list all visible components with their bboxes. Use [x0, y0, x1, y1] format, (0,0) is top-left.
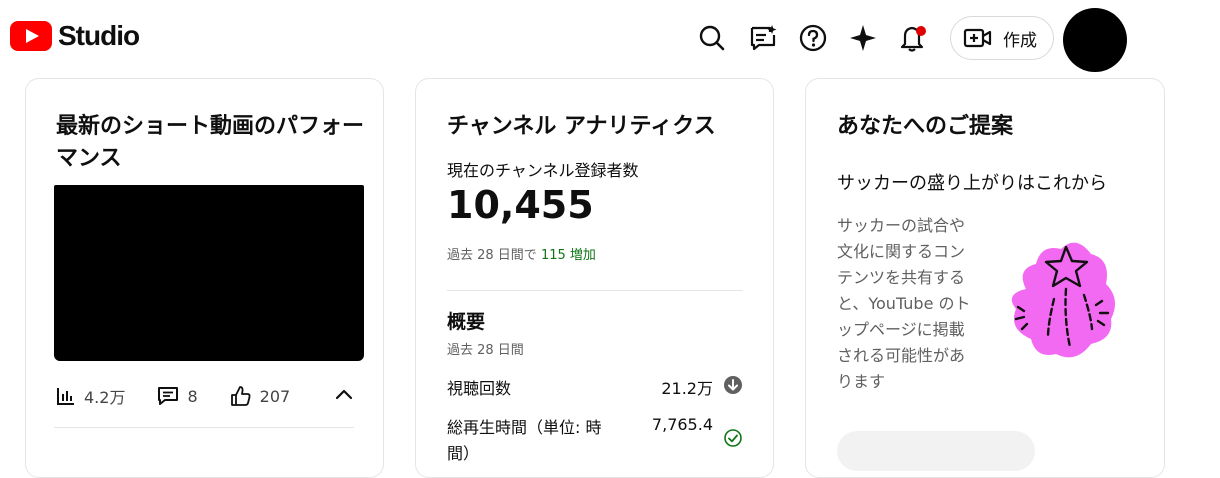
create-video-icon [963, 28, 992, 48]
feedback-icon [750, 25, 777, 51]
thumbs-up-icon [230, 386, 251, 406]
studio-logo[interactable]: Studio [10, 20, 140, 52]
logo-text: Studio [58, 20, 140, 51]
youtube-logo-icon [10, 21, 52, 51]
sparkle-icon [850, 25, 876, 51]
top-bar: Studio 作成 [0, 0, 1220, 76]
subscribers-change: 過去 28 日間で 115 増加 [447, 244, 596, 263]
search-button[interactable] [696, 22, 728, 54]
suggestion-action-button[interactable] [837, 431, 1035, 471]
notifications-button[interactable] [897, 22, 929, 54]
bar-chart-icon [57, 388, 74, 405]
overview-period: 過去 28 日間 [447, 343, 524, 358]
subscribers-count: 10,455 [447, 183, 594, 227]
metric-label-views: 視聴回数 [447, 379, 512, 398]
divider [447, 290, 743, 291]
metric-value-views: 21.2万 [661, 379, 713, 398]
suggestion-heading: サッカーの盛り上がりはこれから [837, 173, 1107, 194]
help-button[interactable] [797, 22, 829, 54]
sparkle-celebration-icon [1011, 242, 1115, 358]
chevron-up-icon[interactable] [334, 385, 354, 405]
check-circle-icon [724, 429, 742, 447]
arrow-down-icon [724, 376, 742, 394]
comments-count: 8 [187, 386, 198, 406]
views-count: 4.2万 [84, 388, 126, 407]
channel-analytics-card: チャンネル アナリティクス 現在のチャンネル登録者数 10,455 過去 28 … [415, 78, 774, 478]
card-title: あなたへのご提案 [837, 114, 1014, 139]
divider [54, 427, 354, 428]
search-icon [699, 25, 725, 51]
views-stat: 4.2万 [56, 384, 125, 408]
suggestion-body: サッカーの試合や文化に関するコンテンツを共有すると、YouTube のトップペー… [837, 216, 971, 391]
change-prefix: 過去 28 日間で [447, 248, 537, 263]
metric-label-watch-time: 総再生時間（単位: 時間） [447, 418, 602, 463]
overview-title: 概要 [447, 311, 486, 333]
latest-shorts-card: 最新のショート動画のパフォーマンス 4.2万 8 207 [25, 78, 384, 478]
metric-value-watch-time: 7,765.4 [651, 415, 713, 434]
short-stats: 4.2万 8 207 [56, 383, 356, 409]
subscribers-label: 現在のチャンネル登録者数 [447, 161, 639, 180]
suggestions-card: あなたへのご提案 サッカーの盛り上がりはこれから サッカーの試合や文化に関するコ… [805, 78, 1165, 478]
account-avatar[interactable] [1063, 8, 1127, 72]
help-icon [799, 24, 827, 52]
comment-icon [158, 387, 179, 405]
create-button-label: 作成 [1003, 30, 1037, 51]
notifications-icon [900, 26, 926, 52]
short-video-thumbnail[interactable] [54, 185, 364, 361]
card-title: 最新のショート動画のパフォーマンス [56, 114, 365, 171]
card-title: チャンネル アナリティクス [447, 114, 716, 139]
feedback-button[interactable] [747, 22, 779, 54]
likes-stat: 207 [230, 385, 291, 407]
create-button[interactable]: 作成 [950, 16, 1054, 60]
sparkle-button[interactable] [847, 22, 879, 54]
change-value: 115 増加 [540, 248, 596, 263]
likes-count: 207 [259, 386, 291, 406]
comments-stat: 8 [157, 386, 198, 406]
page-edge [1165, 0, 1220, 445]
